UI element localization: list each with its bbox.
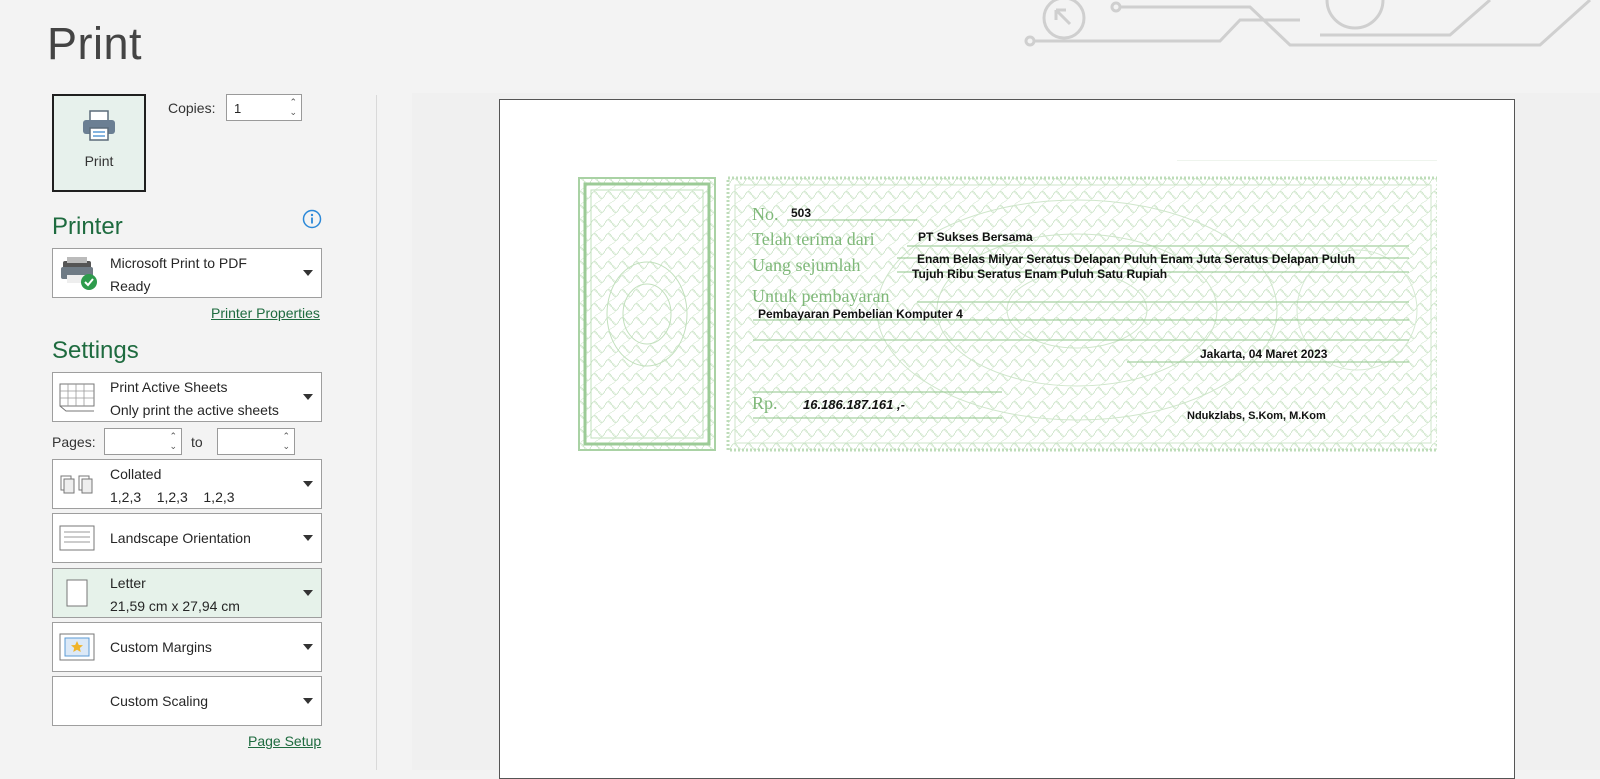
receipt-rp-label: Rp.	[752, 393, 778, 413]
spin-down-icon[interactable]: ⌄	[289, 107, 297, 117]
receipt-purpose-label: Untuk pembayaran	[752, 286, 890, 306]
chevron-down-icon	[303, 394, 313, 400]
spin-down-icon[interactable]: ⌄	[169, 441, 177, 451]
spin-arrows[interactable]: ⌃ ⌄	[282, 431, 290, 451]
receipt-purpose-value: Pembayaran Pembelian Komputer 4	[758, 307, 963, 321]
print-button-label: Print	[84, 153, 114, 169]
pages-to-label: to	[191, 434, 203, 450]
settings-heading: Settings	[52, 337, 139, 364]
chevron-down-icon	[303, 644, 313, 650]
orientation-title: Landscape Orientation	[110, 530, 251, 546]
pages-from-input[interactable]: ⌃ ⌄	[104, 428, 182, 455]
orientation-dropdown[interactable]: Landscape Orientation	[52, 513, 322, 563]
margins-title: Custom Margins	[110, 639, 212, 655]
receipt-no-value: 503	[791, 206, 812, 220]
printer-dropdown[interactable]: Microsoft Print to PDF Ready	[52, 248, 322, 298]
paper-title: Letter	[110, 575, 146, 591]
pages-to-input[interactable]: ⌃ ⌄	[217, 428, 295, 455]
copies-value: 1	[234, 101, 242, 116]
print-what-subtitle: Only print the active sheets	[110, 402, 279, 418]
receipt-amount-number: 16.186.187.161 ,-	[803, 397, 905, 412]
receipt-no-label: No.	[752, 204, 779, 224]
printer-ready-icon	[61, 257, 97, 290]
chevron-down-icon	[303, 481, 313, 487]
chevron-down-icon	[303, 590, 313, 596]
spin-up-icon[interactable]: ⌃	[289, 97, 297, 107]
margins-dropdown[interactable]: Custom Margins	[52, 622, 322, 672]
collation-dropdown[interactable]: Collated 1,2,3 1,2,3 1,2,3	[52, 459, 322, 509]
landscape-icon	[59, 525, 95, 551]
spin-arrows[interactable]: ⌃ ⌄	[169, 431, 177, 451]
spin-up-icon[interactable]: ⌃	[169, 431, 177, 441]
collation-title: Collated	[110, 466, 162, 482]
receipt-amount-words-1: Enam Belas Milyar Seratus Delapan Puluh …	[917, 252, 1356, 266]
decorative-circuit-graphic	[1024, 0, 1592, 47]
receipt-from-label: Telah terima dari	[752, 229, 875, 249]
printer-icon	[83, 110, 115, 141]
print-what-title: Print Active Sheets	[110, 379, 228, 395]
printer-status: Ready	[110, 278, 151, 294]
collation-subtitle: 1,2,3 1,2,3 1,2,3	[110, 489, 235, 505]
scaling-title: Custom Scaling	[110, 693, 209, 709]
receipt-amount-words-2: Tujuh Ribu Seratus Enam Puluh Satu Rupia…	[912, 267, 1168, 281]
print-what-dropdown[interactable]: Print Active Sheets Only print the activ…	[52, 372, 322, 422]
spin-up-icon[interactable]: ⌃	[282, 431, 290, 441]
spin-down-icon[interactable]: ⌄	[282, 441, 290, 451]
pane-divider	[376, 95, 377, 770]
print-button[interactable]: Print	[52, 94, 146, 192]
collated-icon	[60, 475, 93, 494]
active-sheets-icon	[59, 383, 95, 412]
receipt-signer: Ndukzlabs, S.Kom, M.Kom	[1187, 410, 1326, 422]
printer-properties-link[interactable]: Printer Properties	[211, 305, 320, 321]
chevron-down-icon	[303, 535, 313, 541]
paper-icon	[66, 579, 88, 607]
page-title: Print	[47, 18, 143, 69]
receipt-from-value: PT Sukses Bersama	[918, 230, 1033, 244]
page-setup-link[interactable]: Page Setup	[248, 733, 321, 749]
receipt-place-date: Jakarta, 04 Maret 2023	[1200, 347, 1328, 361]
spin-arrows[interactable]: ⌃ ⌄	[289, 97, 297, 117]
paper-size-dropdown[interactable]: Letter 21,59 cm x 27,94 cm	[52, 568, 322, 618]
scaling-dropdown[interactable]: Custom Scaling	[52, 676, 322, 726]
printer-heading: Printer	[52, 213, 123, 240]
chevron-down-icon	[303, 698, 313, 704]
copies-stepper[interactable]: 1 ⌃ ⌄	[226, 94, 302, 121]
copies-label: Copies:	[168, 100, 216, 116]
chevron-down-icon	[303, 270, 313, 276]
printer-name: Microsoft Print to PDF	[110, 255, 247, 271]
custom-margins-icon	[59, 633, 95, 661]
info-icon[interactable]	[302, 209, 322, 229]
pages-label: Pages:	[52, 434, 96, 450]
paper-subtitle: 21,59 cm x 27,94 cm	[110, 598, 240, 614]
receipt-amount-label: Uang sejumlah	[752, 255, 861, 275]
